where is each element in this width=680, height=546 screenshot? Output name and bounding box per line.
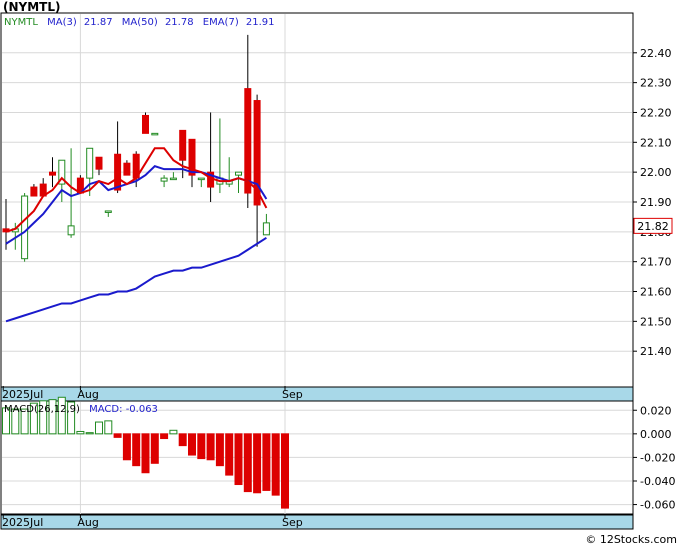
macd-bar-negative (262, 433, 271, 491)
price-tick-label: 22.10 (640, 136, 672, 149)
macd-bar-negative (178, 433, 187, 447)
candle-up (151, 132, 159, 136)
macd-bar-positive (104, 420, 113, 435)
macd-tick-label: 0.020 (640, 404, 672, 417)
candle-up (169, 177, 177, 181)
price-tick-label: 21.60 (640, 286, 672, 299)
legend-ma3-label: MA(3) (47, 17, 77, 28)
legend-ma50-label: MA(50) (122, 17, 158, 28)
candle-down (49, 171, 56, 176)
macd-bar-positive (169, 429, 178, 435)
legend-ema7-value: 21.91 (246, 17, 275, 28)
macd-legend: MACD(26,12,9) MACD: -0.063 (4, 404, 158, 415)
candle-down (142, 114, 149, 134)
legend-ma50-value: 21.78 (165, 17, 194, 28)
macd-bar-negative (113, 433, 122, 438)
candle-down (244, 88, 252, 194)
macd-bar-negative (141, 433, 150, 474)
price-tick-label: 22.20 (640, 106, 672, 119)
macd-bar-negative (197, 433, 206, 460)
macd-tick-label: 0.000 (640, 428, 672, 441)
candle-down (123, 162, 131, 176)
price-tick-label: 21.70 (640, 256, 672, 269)
x-tick-label: 2025Jul (2, 516, 43, 529)
macd-tick-label: -0.060 (640, 499, 675, 512)
price-tick-label: 22.30 (640, 77, 672, 90)
macd-bar-negative (253, 433, 262, 494)
price-tick-label: 21.40 (640, 345, 672, 358)
macd-bar-negative (243, 433, 252, 493)
candle-down (179, 129, 187, 161)
macd-bar-negative (160, 433, 169, 440)
candle-down (95, 156, 103, 170)
price-tick-label: 22.40 (640, 47, 672, 60)
candle-up (21, 195, 29, 260)
macd-tick-label: -0.040 (640, 475, 675, 488)
candle-down (114, 153, 122, 191)
macd-bar-positive (76, 430, 85, 435)
price-tick-label: 21.50 (640, 315, 672, 328)
stock-chart: (NYMTL) 22.40 22.30 22.20 22.10 22.00 21.90 21… (0, 0, 680, 546)
candle-up (235, 171, 242, 176)
candle-up (160, 177, 168, 182)
macd-bar-negative (225, 433, 234, 476)
macd-bar-negative (215, 433, 224, 467)
chart-title: (NYMTL) (3, 0, 60, 14)
macd-bar-negative (150, 433, 159, 464)
candle-down (30, 186, 38, 197)
x-tick-label: 2025Jul (2, 388, 43, 401)
last-price-label: 21.82 (637, 220, 669, 233)
macd-bar-negative (188, 433, 196, 456)
macd-bar-negative (234, 433, 243, 486)
macd-bar-positive (57, 396, 66, 435)
macd-bar-negative (122, 433, 131, 461)
macd-bar-negative (206, 433, 215, 461)
candle-up (197, 177, 205, 181)
watermark: © 12Stocks.com (585, 533, 677, 546)
x-tick-label: Sep (282, 388, 303, 401)
price-tick-label: 22.00 (640, 166, 672, 179)
macd-tick-label: -0.020 (640, 451, 675, 464)
legend-ema7-label: EMA(7) (203, 17, 239, 28)
price-tick-label: 21.90 (640, 196, 672, 209)
macd-bar-negative (281, 433, 289, 509)
macd-bar-negative (271, 433, 280, 496)
candle-up (67, 225, 75, 236)
macd-label: MACD: (89, 404, 122, 415)
macd-value: -0.063 (126, 404, 158, 415)
macd-bar-negative (132, 433, 141, 467)
x-tick-label: Sep (282, 516, 303, 529)
macd-bar-positive (85, 432, 94, 435)
macd-title: MACD(26,12,9) (4, 404, 80, 415)
x-tick-label: Aug (77, 516, 98, 529)
macd-bar-positive (95, 421, 103, 435)
price-panel (0, 12, 634, 390)
legend-symbol: NYMTL (4, 17, 38, 28)
legend-ma3-value: 21.87 (84, 17, 113, 28)
candle-up (86, 147, 94, 179)
candle-up (104, 210, 112, 213)
x-tick-label: Aug (77, 388, 98, 401)
candle-up (262, 222, 270, 236)
